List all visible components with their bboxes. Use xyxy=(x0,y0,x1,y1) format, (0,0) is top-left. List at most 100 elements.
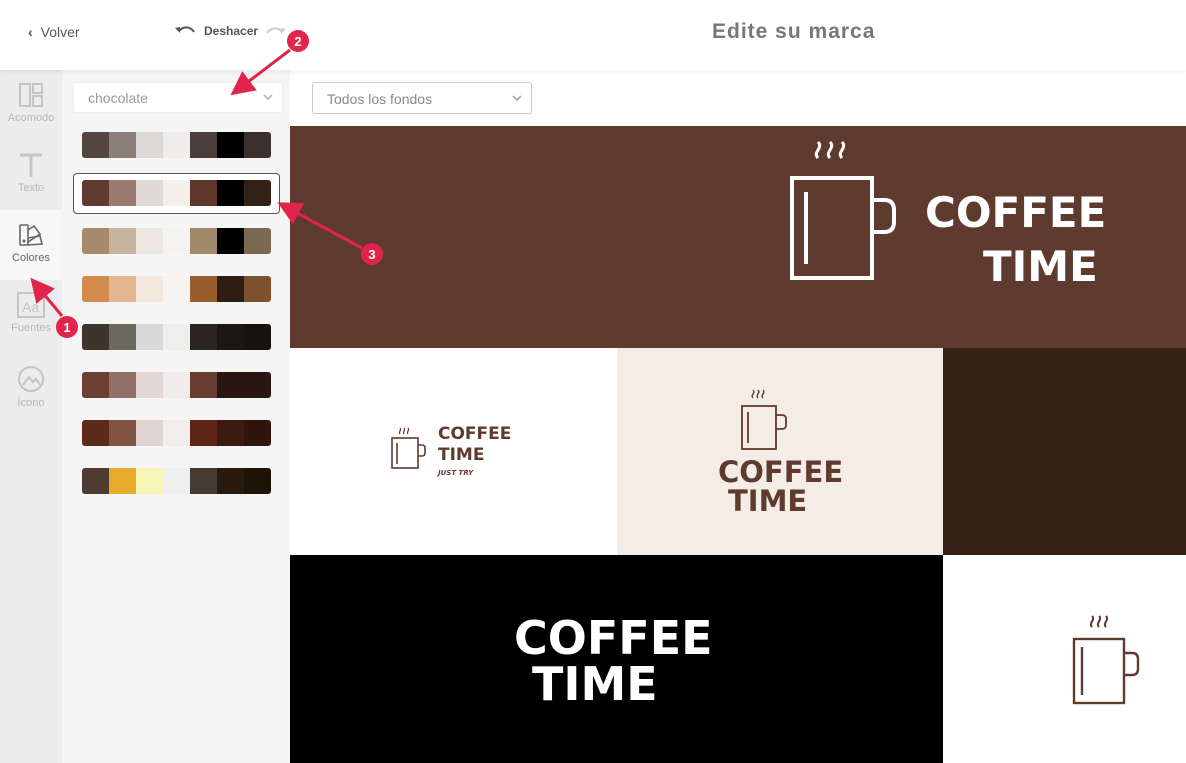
chevron-down-icon xyxy=(512,95,522,102)
palette-swatch xyxy=(163,468,190,494)
rail-item-icon[interactable]: Ícono xyxy=(0,353,62,423)
palette-swatch xyxy=(190,372,217,398)
palette-swatch xyxy=(136,180,163,206)
palette-swatch xyxy=(244,180,271,206)
palette-swatch xyxy=(163,420,190,446)
palette-swatch xyxy=(109,468,136,494)
logo-line2: TIME xyxy=(728,484,808,518)
palette-swatch xyxy=(82,132,109,158)
image-icon xyxy=(18,366,44,392)
palette-swatch xyxy=(244,324,271,350)
palette-swatch xyxy=(109,276,136,302)
palette-swatch xyxy=(244,372,271,398)
annotation-badge-1: 1 xyxy=(56,316,78,338)
annotation-badge-2: 2 xyxy=(287,30,309,52)
palette-option-7[interactable] xyxy=(82,420,271,446)
palette-dropdown[interactable]: chocolate xyxy=(73,82,283,113)
palette-swatch xyxy=(109,180,136,206)
palette-swatch xyxy=(82,276,109,302)
palette-swatch xyxy=(163,180,190,206)
back-button[interactable]: ‹ Volver xyxy=(28,24,80,40)
background-dropdown-value: Todos los fondos xyxy=(327,91,433,107)
palette-swatch xyxy=(190,132,217,158)
undo-icon xyxy=(175,26,195,33)
palette-swatch xyxy=(82,324,109,350)
palette-swatch xyxy=(190,468,217,494)
preview-tile-white[interactable]: COFFEE TIME JUST TRY xyxy=(290,348,617,555)
palette-swatch xyxy=(244,420,271,446)
text-icon xyxy=(20,153,42,177)
logo-tagline: JUST TRY xyxy=(438,469,474,477)
rail-item-layout[interactable]: Acomodo xyxy=(0,70,62,140)
palette-swatch xyxy=(82,180,109,206)
redo-button[interactable] xyxy=(265,25,287,44)
preview-tile-black[interactable]: COFFEE TIME xyxy=(290,555,943,763)
palette-swatch xyxy=(136,468,163,494)
palette-swatch xyxy=(163,276,190,302)
palette-swatch xyxy=(190,324,217,350)
palette-swatch xyxy=(109,132,136,158)
palette-swatch xyxy=(217,276,244,302)
palette-swatch xyxy=(109,420,136,446)
chevron-down-icon xyxy=(263,94,273,101)
preview-tile-cream[interactable]: COFFEE TIME xyxy=(617,348,943,555)
chevron-left-icon: ‹ xyxy=(28,24,33,40)
palette-swatch xyxy=(82,372,109,398)
page-title: Edite su marca xyxy=(712,20,876,43)
palette-option-8[interactable] xyxy=(82,468,271,494)
palette-swatch xyxy=(244,468,271,494)
rail-item-text[interactable]: Texto xyxy=(0,140,62,210)
palette-panel: chocolate xyxy=(62,70,290,763)
rail-item-fonts[interactable]: Aa Fuentes xyxy=(0,280,62,350)
palette-swatch xyxy=(136,324,163,350)
palette-swatch xyxy=(190,420,217,446)
palette-option-4[interactable] xyxy=(82,276,271,302)
palette-swatch xyxy=(163,132,190,158)
redo-icon xyxy=(266,27,286,34)
palette-option-3[interactable] xyxy=(82,228,271,254)
palette-option-1[interactable] xyxy=(82,132,271,158)
palette-option-5[interactable] xyxy=(82,324,271,350)
palette-option-2[interactable] xyxy=(82,180,271,206)
svg-text:Aa: Aa xyxy=(22,299,39,315)
preview-banner-brown[interactable]: COFFEE TIME xyxy=(290,126,1186,348)
palette-swatch xyxy=(82,468,109,494)
font-icon: Aa xyxy=(17,292,45,318)
palette-swatch xyxy=(244,276,271,302)
palette-swatch xyxy=(109,372,136,398)
palette-dropdown-value: chocolate xyxy=(88,90,148,106)
rail-label: Ícono xyxy=(17,397,45,409)
palette-swatch xyxy=(217,468,244,494)
palette-option-6[interactable] xyxy=(82,372,271,398)
layout-icon xyxy=(19,83,43,107)
palette-swatch xyxy=(217,324,244,350)
undo-button[interactable]: Deshacer xyxy=(174,24,258,38)
palette-swatch xyxy=(136,372,163,398)
coffee-mug-icon xyxy=(790,140,896,280)
palette-swatch xyxy=(136,420,163,446)
background-dropdown[interactable]: Todos los fondos xyxy=(312,82,532,114)
logo-line1: COFFEE xyxy=(514,611,713,665)
logo-line2: TIME xyxy=(532,657,658,711)
palette-swatch xyxy=(244,132,271,158)
logo-line1: COFFEE xyxy=(438,424,512,444)
palette-swatch xyxy=(163,372,190,398)
preview-tile-dark[interactable] xyxy=(943,348,1186,555)
rail-label: Colores xyxy=(12,252,50,264)
palette-swatch xyxy=(190,228,217,254)
logo-line1: COFFEE xyxy=(925,188,1107,237)
tool-rail: Acomodo Texto Colores Aa Fuentes Ícono xyxy=(0,70,62,763)
brand-editor: ‹ Volver Deshacer Edite su marca Acomodo… xyxy=(0,0,1186,763)
rail-label: Acomodo xyxy=(7,112,55,124)
palette-swatch xyxy=(136,132,163,158)
palette-swatch xyxy=(217,180,244,206)
palette-swatch xyxy=(217,372,244,398)
palette-swatch xyxy=(190,180,217,206)
annotation-badge-3: 3 xyxy=(361,243,383,265)
palette-icon xyxy=(19,224,44,246)
preview-tile-icon[interactable] xyxy=(943,555,1186,763)
palette-swatch xyxy=(136,228,163,254)
rail-item-colors[interactable]: Colores xyxy=(0,210,62,280)
palette-swatch xyxy=(136,276,163,302)
coffee-mug-icon xyxy=(741,389,787,450)
